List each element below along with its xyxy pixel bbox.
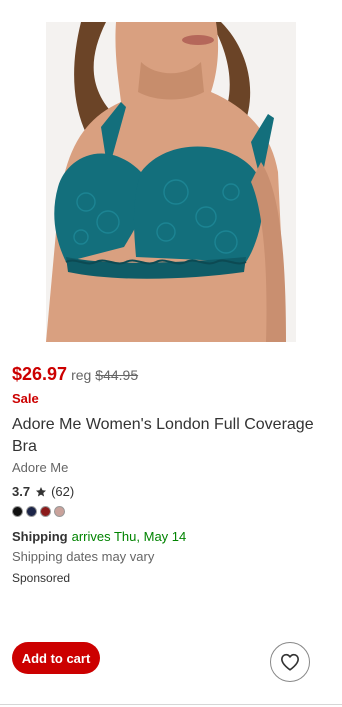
price-row: $26.97 reg $44.95 <box>12 364 138 385</box>
reg-price-label: reg <box>71 367 92 383</box>
product-image[interactable] <box>46 22 296 342</box>
nude-swatch[interactable] <box>54 506 65 517</box>
heart-icon <box>281 653 299 671</box>
shipping-note: Shipping dates may vary <box>12 549 155 564</box>
sale-price: $26.97 <box>12 364 68 384</box>
shipping-label: Shipping <box>12 529 68 544</box>
rating-row[interactable]: 3.7 (62) <box>12 484 74 499</box>
shipping-arrival: arrives Thu, May 14 <box>71 529 187 544</box>
sale-badge: Sale <box>12 391 39 406</box>
color-swatches <box>12 506 65 517</box>
shipping-row: Shipping arrives Thu, May 14 <box>12 529 186 544</box>
product-brand[interactable]: Adore Me <box>12 460 68 475</box>
reg-price: $44.95 <box>95 367 139 383</box>
star-icon <box>36 486 47 496</box>
rating-value: 3.7 <box>12 484 31 499</box>
product-card: $26.97 reg $44.95 Sale Adore Me Women's … <box>0 0 342 707</box>
bottom-divider <box>0 704 342 705</box>
product-title[interactable]: Adore Me Women's London Full Coverage Br… <box>12 414 327 458</box>
review-count: (62) <box>51 484 75 499</box>
product-photo <box>46 22 296 342</box>
navy-swatch[interactable] <box>26 506 37 517</box>
sponsored-label: Sponsored <box>12 571 71 585</box>
add-to-cart-button[interactable]: Add to cart <box>12 642 100 674</box>
wishlist-button[interactable] <box>270 642 310 682</box>
burgundy-swatch[interactable] <box>40 506 51 517</box>
black-swatch[interactable] <box>12 506 23 517</box>
